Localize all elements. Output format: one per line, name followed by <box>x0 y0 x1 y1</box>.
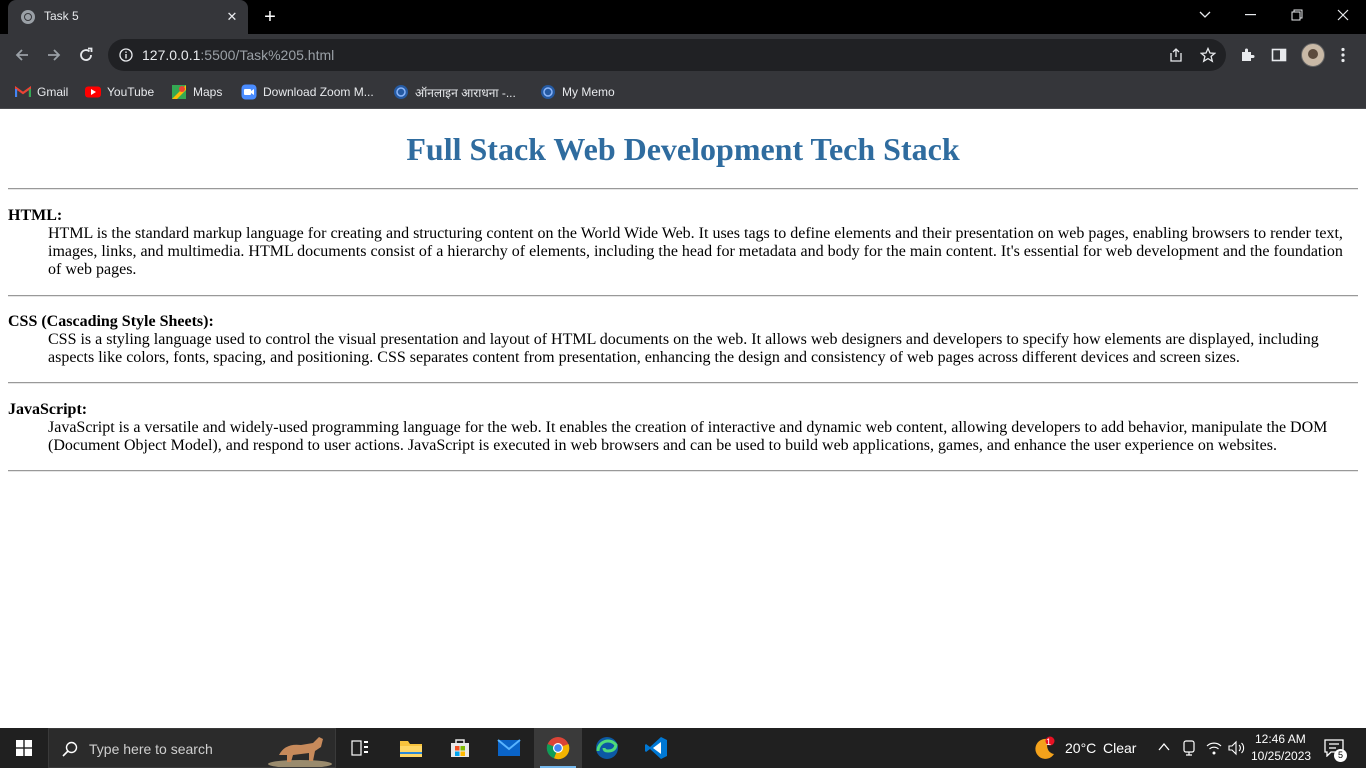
extensions-icon[interactable] <box>1237 45 1257 65</box>
chevron-up-icon[interactable] <box>1158 742 1170 752</box>
url-path: :5500/Task%205.html <box>200 47 335 63</box>
weather-condition[interactable]: Clear <box>1103 740 1136 756</box>
bookmark-gmail[interactable]: Gmail <box>15 82 68 102</box>
forward-arrow-icon <box>48 49 61 61</box>
horse-illustration-icon <box>268 737 332 767</box>
description-css: CSS is a styling language used to contro… <box>48 331 1319 366</box>
close-window-button[interactable] <box>1320 0 1366 30</box>
edge-app[interactable] <box>583 728 631 768</box>
bookmark-zoom[interactable]: Download Zoom M... <box>241 82 374 102</box>
term-html: HTML: <box>8 207 63 224</box>
browser-title-bar: Task 5 ✕ + <box>0 0 1366 34</box>
vscode-app[interactable] <box>632 728 680 768</box>
share-icon[interactable] <box>1168 47 1184 63</box>
minimize-button[interactable] <box>1228 0 1274 30</box>
globe-icon <box>393 84 409 100</box>
folder-icon <box>400 741 422 757</box>
bookmarks-bar: Gmail YouTube Maps Download Zoom M... ऑन… <box>0 76 1366 109</box>
restore-button[interactable] <box>1274 0 1320 30</box>
maps-icon <box>171 84 187 100</box>
weather-moon-icon[interactable] <box>1032 736 1058 760</box>
chevron-down-icon <box>1199 11 1211 18</box>
task-view-button[interactable] <box>336 728 384 768</box>
start-button[interactable] <box>0 728 48 768</box>
profile-avatar[interactable] <box>1301 43 1325 67</box>
bookmark-my-memo[interactable]: My Memo <box>540 82 615 102</box>
minimize-icon <box>1245 14 1256 16</box>
tab-title: Task 5 <box>44 9 79 23</box>
divider <box>8 295 1358 297</box>
bookmark-online-aradhana[interactable]: ऑनलाइन आराधना -... <box>393 82 516 102</box>
search-placeholder: Type here to search <box>89 741 213 757</box>
gmail-icon <box>15 84 31 100</box>
bookmark-star-icon[interactable] <box>1200 47 1216 63</box>
mail-icon <box>497 739 521 756</box>
search-icon <box>62 741 78 757</box>
windows-taskbar: Type here to search 1 20°C Clear 12:46 A… <box>0 728 1366 768</box>
chrome-icon <box>546 737 570 760</box>
menu-kebab-icon[interactable] <box>1333 45 1353 65</box>
forward-button[interactable] <box>42 43 66 67</box>
bookmark-youtube[interactable]: YouTube <box>85 82 154 102</box>
bookmark-label: YouTube <box>107 85 155 99</box>
store-icon <box>451 739 469 757</box>
clock-date[interactable]: 10/25/2023 <box>1251 749 1311 763</box>
meet-now-icon[interactable] <box>1182 740 1196 756</box>
restore-icon <box>1291 9 1303 21</box>
term-css: CSS (Cascading Style Sheets): <box>8 313 214 330</box>
reload-button[interactable] <box>74 43 98 67</box>
bookmark-label: Gmail <box>37 85 69 99</box>
divider <box>8 188 1358 190</box>
bookmark-label: Download Zoom M... <box>263 85 374 99</box>
close-icon <box>1337 9 1349 21</box>
back-button[interactable] <box>10 43 34 67</box>
address-bar[interactable]: 127.0.0.1:5500/Task%205.html <box>108 39 1226 71</box>
task-view-icon <box>351 740 368 756</box>
taskbar-search-box[interactable]: Type here to search <box>48 728 336 768</box>
file-explorer-app[interactable] <box>387 728 435 768</box>
divider <box>8 470 1358 472</box>
zoom-icon <box>241 84 257 100</box>
windows-logo-icon <box>16 740 32 756</box>
page-title: Full Stack Web Development Tech Stack <box>406 131 960 167</box>
web-page-content: Full Stack Web Development Tech Stack HT… <box>0 109 1366 728</box>
weather-temperature[interactable]: 20°C <box>1065 740 1096 756</box>
bookmark-maps[interactable]: Maps <box>171 82 222 102</box>
browser-toolbar: 127.0.0.1:5500/Task%205.html <box>0 34 1366 76</box>
reload-icon <box>80 47 93 61</box>
back-arrow-icon <box>15 49 28 61</box>
url-host: 127.0.0.1 <box>142 47 201 63</box>
new-tab-button[interactable]: + <box>258 5 282 29</box>
description-javascript: JavaScript is a versatile and widely-use… <box>48 419 1328 454</box>
bookmark-label: Maps <box>193 85 223 99</box>
bookmark-label: ऑनलाइन आराधना -... <box>415 85 516 100</box>
vscode-icon <box>645 737 667 759</box>
url-text[interactable]: 127.0.0.1:5500/Task%205.html <box>142 47 334 63</box>
description-html: HTML is the standard markup language for… <box>48 225 1343 278</box>
globe-icon <box>540 84 556 100</box>
term-javascript: JavaScript: <box>8 401 88 418</box>
wifi-icon[interactable] <box>1206 740 1222 756</box>
side-panel-icon[interactable] <box>1269 45 1289 65</box>
edge-icon <box>596 737 618 759</box>
weather-alert-badge: 1 <box>1046 737 1052 747</box>
divider <box>8 382 1358 384</box>
clock-time[interactable]: 12:46 AM <box>1255 732 1306 746</box>
volume-icon[interactable] <box>1228 740 1246 756</box>
chrome-app[interactable] <box>534 728 582 768</box>
mail-app[interactable] <box>485 728 533 768</box>
tab-close-icon[interactable]: ✕ <box>222 7 242 27</box>
youtube-icon <box>85 84 101 100</box>
bookmark-label: My Memo <box>562 85 615 99</box>
microsoft-store-app[interactable] <box>436 728 484 768</box>
notification-count-badge: 5 <box>1334 749 1347 762</box>
browser-tab[interactable]: Task 5 ✕ <box>8 0 248 34</box>
globe-icon <box>21 10 35 24</box>
tab-search-button[interactable] <box>1182 0 1228 30</box>
info-icon[interactable] <box>118 47 134 63</box>
